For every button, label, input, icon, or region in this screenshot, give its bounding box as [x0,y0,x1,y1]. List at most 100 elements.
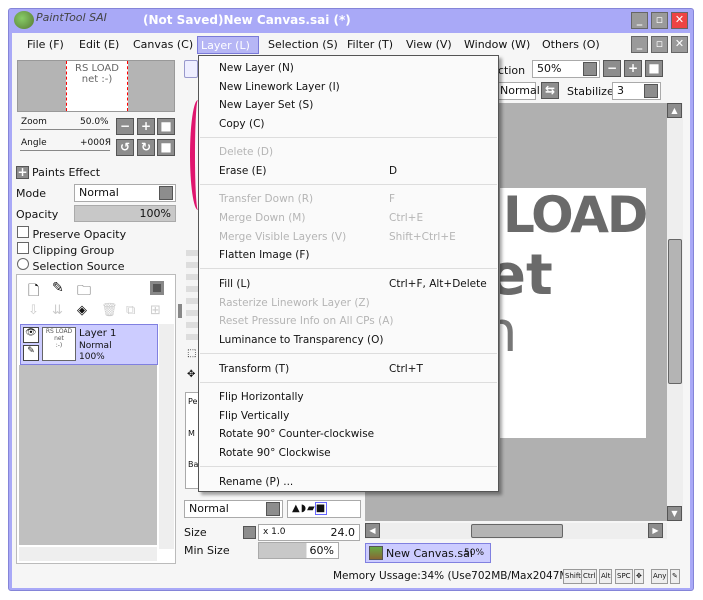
paint-lock-icon[interactable]: ✎ [23,345,39,361]
chevron-down-icon [583,62,597,76]
doc-minimize-button[interactable]: _ [631,36,648,53]
close-button[interactable]: ✕ [671,12,688,29]
zoom-slider[interactable] [20,129,110,130]
menu-item-flip-horizontally[interactable]: Flip Horizontally [219,388,489,406]
new-linework-layer-icon[interactable]: ✎ [52,280,64,296]
menu-item-flip-vertically[interactable]: Flip Vertically [219,407,489,425]
minimize-button[interactable]: _ [631,12,648,29]
canvas-zoom-reset-button[interactable]: ■ [645,60,663,77]
navigator-preview[interactable]: RS LOAD net :-) [17,60,175,112]
delete-layer-icon[interactable]: 🗑 [101,303,118,318]
canvas-zoom-in-button[interactable]: + [624,60,642,77]
menu-item-erase[interactable]: Erase (E) D [219,162,489,180]
tool-pen[interactable]: Pe [188,397,197,406]
zoom-label: Zoom [21,117,47,127]
stabilizer-value: 3 [617,84,624,97]
vscroll-thumb[interactable] [668,239,682,384]
brush-shape-selector[interactable]: ▲◗▰■ [287,500,361,518]
menu-view[interactable]: View (V) [403,36,455,54]
brush-mode-select[interactable]: Normal [184,500,283,518]
selection-source-radio[interactable]: Selection Source [17,258,124,273]
menu-canvas[interactable]: Canvas (C) [130,36,196,54]
menu-item-flatten-image[interactable]: Flatten Image (F) [219,246,489,264]
merge-down-icon[interactable]: ⇊ [52,303,63,318]
zoom-in-button[interactable]: + [137,118,155,135]
menu-window[interactable]: Window (W) [461,36,533,54]
rotate-left-button[interactable]: ↺ [116,139,134,156]
menu-selection[interactable]: Selection (S) [265,36,341,54]
size-slider[interactable]: x 1.0 24.0 [258,524,360,541]
menu-item-new-linework-layer[interactable]: New Linework Layer (I) [219,78,489,96]
angle-value: +000Я [80,138,111,148]
opacity-slider[interactable]: 100% [74,205,176,222]
color-wheel-tab[interactable] [184,60,198,78]
document-icon [369,546,383,560]
zoom-select[interactable]: 50% [532,60,600,78]
menu-item-copy[interactable]: Copy (C) [219,115,489,133]
layer-hscrollbar[interactable] [19,547,157,561]
chevron-down-icon [159,186,173,200]
maximize-button[interactable]: ▫ [651,12,668,29]
new-layer-icon[interactable]: 🗋 [28,280,39,304]
min-size-label: Min Size [184,544,230,557]
menu-filter[interactable]: Filter (T) [344,36,396,54]
tool-marker[interactable]: M [188,429,195,438]
canvas-zoom-out-button[interactable]: − [603,60,621,77]
size-label: Size [184,526,207,539]
flatten-icon[interactable]: ⊞ [150,303,161,318]
panel-splitter[interactable] [178,304,182,318]
clipping-group-label: Clipping Group [32,244,115,257]
menu-item-rename[interactable]: Rename (P) ... [219,473,489,491]
menu-others[interactable]: Others (O) [539,36,603,54]
layer-vscrollbar[interactable] [159,324,174,549]
canvas-vscrollbar[interactable]: ▲ ▼ [667,103,683,521]
menu-item-luminance-to-transparency[interactable]: Luminance to Transparency (O) [219,331,489,349]
rotate-right-button[interactable]: ↻ [137,139,155,156]
doc-restore-button[interactable]: ▫ [651,36,668,53]
doc-close-button[interactable]: ✕ [671,36,688,53]
menu-item-fill[interactable]: Fill (L) Ctrl+F, Alt+Delete [219,275,489,293]
menu-item-merge-visible: Merge Visible Layers (V) Shift+Ctrl+E [219,231,456,243]
blend-mode-field[interactable]: Normal [497,82,540,100]
stabilizer-select[interactable]: 3 [612,82,661,100]
app-logo: PaintTool SAI [36,11,107,24]
menu-item-transform[interactable]: Transform (T) Ctrl+T [219,360,489,378]
canvas-text-load: LOAD [503,188,646,244]
document-tab-zoom: 50% [464,548,485,558]
preserve-opacity-checkbox[interactable]: Preserve Opacity [17,226,126,241]
shape-sharp-icon: ▲ [292,503,301,514]
move-tool-icon[interactable]: ✥ [187,369,195,380]
zoom-reset-button[interactable]: ■ [157,118,175,135]
menu-item-new-layer-set[interactable]: New Layer Set (S) [219,96,489,114]
menu-item-rotate-ccw[interactable]: Rotate 90° Counter-clockwise [219,425,489,443]
menu-item-new-layer[interactable]: New Layer (N) [219,59,489,77]
menu-layer[interactable]: Layer (L) [197,36,259,54]
select-tool-icon[interactable]: ⬚ [187,348,196,359]
visibility-eye-icon[interactable]: 👁 [23,327,39,343]
size-dropdown-icon[interactable] [243,526,256,539]
clipping-group-checkbox[interactable]: Clipping Group [17,242,114,257]
rotate-reset-button[interactable]: ■ [157,139,175,156]
transfer-down-icon[interactable]: ⇩ [28,303,39,318]
zoom-out-button[interactable]: − [116,118,134,135]
canvas-document[interactable]: LOAD et n [500,188,646,438]
new-layer-set-icon[interactable]: 🗀 [77,280,91,304]
hscroll-thumb[interactable] [471,524,563,538]
expand-icon[interactable]: + [16,166,29,179]
menu-item-rotate-cw[interactable]: Rotate 90° Clockwise [219,444,489,462]
menu-edit[interactable]: Edit (E) [76,36,122,54]
shape-square-icon: ■ [314,502,328,515]
menu-file[interactable]: File (F) [24,36,67,54]
document-tab[interactable]: New Canvas.sai 50% [365,543,491,563]
min-size-slider[interactable]: 60% [258,542,339,559]
canvas-hscrollbar[interactable]: ◀ ▶ [365,523,667,539]
layer-item[interactable]: 👁 ✎ RS LOAD net:-) Layer 1 Normal 100% [20,324,158,365]
mode-select[interactable]: Normal [74,184,176,202]
angle-slider[interactable] [20,150,110,151]
layer-mask-icon[interactable] [150,281,164,295]
swap-icon[interactable]: ⇆ [541,82,559,99]
erase-layer-icon[interactable]: ◈ [77,303,87,318]
tool-bucket[interactable]: Ba [188,460,198,469]
scroll-down-icon: ▼ [667,506,682,521]
merge-visible-icon[interactable]: ⧉ [126,303,135,318]
